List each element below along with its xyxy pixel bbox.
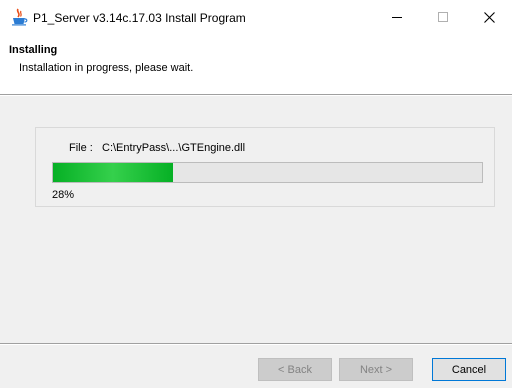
close-button[interactable]: [466, 0, 512, 34]
window-title: P1_Server v3.14c.17.03 Install Program: [33, 11, 246, 25]
minimize-button[interactable]: [374, 0, 420, 34]
close-icon: [483, 11, 495, 23]
java-installer-icon: [12, 8, 28, 26]
progress-bar-fill: [53, 163, 174, 182]
file-label: File :: [69, 142, 93, 154]
header-subtitle: Installation in progress, please wait.: [19, 62, 194, 74]
progress-bar: [52, 162, 483, 183]
wizard-content: File : C:\EntryPass\...\GTEngine.dll 28%: [0, 96, 512, 343]
progress-group-box: File : C:\EntryPass\...\GTEngine.dll 28%: [35, 127, 495, 207]
header-title: Installing: [9, 44, 58, 56]
next-button[interactable]: Next >: [339, 358, 413, 381]
progress-percent: 28%: [52, 189, 75, 201]
title-bar[interactable]: P1_Server v3.14c.17.03 Install Program: [0, 0, 512, 34]
current-file-path: C:\EntryPass\...\GTEngine.dll: [102, 142, 246, 154]
back-button[interactable]: < Back: [258, 358, 332, 381]
minimize-icon: [392, 17, 402, 18]
wizard-header: Installing Installation in progress, ple…: [0, 34, 512, 94]
wizard-footer: < Back Next > Cancel: [0, 345, 512, 388]
maximize-icon: [438, 12, 448, 22]
maximize-button[interactable]: [420, 0, 466, 34]
cancel-button[interactable]: Cancel: [432, 358, 506, 381]
